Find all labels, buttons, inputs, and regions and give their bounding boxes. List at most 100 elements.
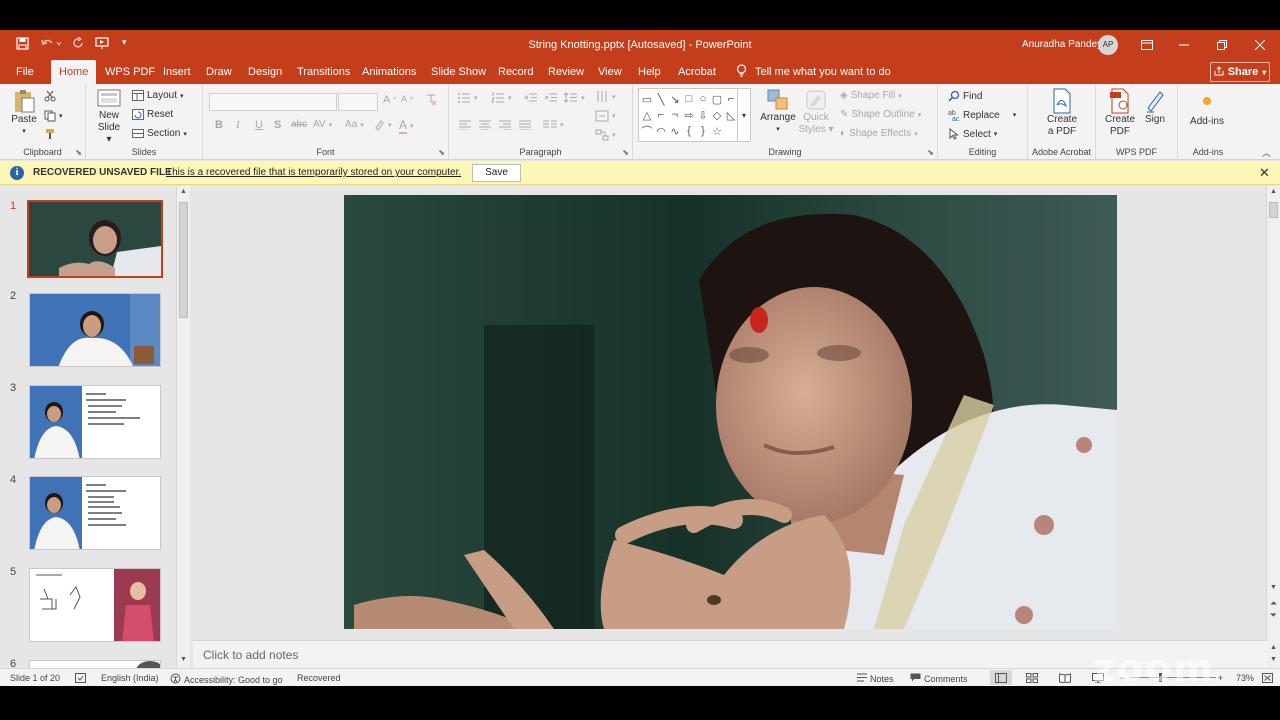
slide-thumbnail-6[interactable] [29,660,161,668]
line-spacing-icon[interactable]: ▾ [564,92,585,103]
close-icon[interactable] [1245,34,1275,56]
tab-help[interactable]: Help [638,66,661,78]
connector-shape-icon[interactable]: ⌐ [654,107,668,123]
shape-fill-button[interactable]: ◈ Shape Fill ▾ [840,90,902,101]
tab-review[interactable]: Review [548,66,584,78]
curve-shape-icon[interactable]: ⌒ [640,123,654,139]
change-case-button[interactable]: Aa ▾ [345,119,364,130]
arrow-shape-icon[interactable]: ↘ [668,91,682,107]
scroll-thumb[interactable] [1269,202,1278,218]
flowchart-shape-icon[interactable]: ◇ [710,107,724,123]
line-shape-icon[interactable]: ╲ [654,91,668,107]
arrange-button[interactable]: Arrange ▾ [759,88,797,136]
shapes-more-button[interactable]: ▾ [737,88,751,142]
save-button[interactable]: Save [472,164,521,182]
tab-animations[interactable]: Animations [362,66,416,78]
comments-button[interactable]: Comments [910,673,968,684]
quick-styles-button[interactable]: Quick Styles ▾ [797,88,835,136]
wps-create-pdf-button[interactable]: Create PDF [1102,88,1138,138]
columns-icon[interactable]: ▾ [543,120,564,130]
thumbnail-scrollbar[interactable]: ▲ ▼ [176,186,190,668]
dialog-launcher-icon[interactable]: ⬊ [75,148,82,157]
reset-button[interactable]: Reset [132,109,173,120]
user-name[interactable]: Anuradha Pandey [1022,39,1102,50]
elbow-shape-icon[interactable]: ¬ [668,107,682,123]
align-left-icon[interactable] [459,120,471,130]
clear-formatting-icon[interactable] [425,93,437,105]
tab-home[interactable]: Home [51,60,97,84]
brace-left-shape-icon[interactable]: { [682,123,696,139]
slide-thumbnail-4[interactable] [29,476,161,550]
shadow-button[interactable]: S [274,119,281,131]
slide-scrollbar[interactable]: ▲ ▼ ⏶ ⏷ ▲ ▼ [1266,186,1280,668]
tab-record[interactable]: Record [498,66,533,78]
oval-shape-icon[interactable]: ○ [696,91,710,107]
tab-transitions[interactable]: Transitions [297,66,350,78]
accessibility-status[interactable]: Accessibility: Good to go [170,673,283,686]
collapse-ribbon-icon[interactable]: ︿ [1262,146,1271,159]
tab-acrobat[interactable]: Acrobat [678,66,716,78]
text-direction-icon[interactable]: ▾ [595,90,616,103]
freeform-shape-icon[interactable]: ∿ [668,123,682,139]
tab-slide-show[interactable]: Slide Show [431,66,486,78]
zoom-level[interactable]: 73% [1236,673,1254,683]
zoom-in-button[interactable]: + [1218,673,1223,683]
tab-wps-pdf[interactable]: WPS PDF [105,66,155,78]
bullets-icon[interactable]: ▾ [457,92,478,103]
new-slide-button[interactable]: New Slide ▾ [94,88,124,146]
numbering-icon[interactable]: ▾ [491,92,512,103]
dialog-launcher-icon[interactable]: ⬊ [927,148,934,157]
justify-icon[interactable] [519,120,531,130]
font-color-button[interactable]: A ▾ [399,118,414,134]
scroll-thumb[interactable] [179,202,188,318]
normal-view-icon[interactable] [990,670,1012,685]
character-spacing-button[interactable]: AV ▾ [313,119,332,130]
paste-button[interactable]: Paste ▾ [10,88,38,138]
shape-outline-button[interactable]: ✎ Shape Outline ▾ [840,109,921,120]
grow-font-icon[interactable]: A ^ [383,94,396,106]
dialog-launcher-icon[interactable]: ⬊ [438,148,445,157]
tab-file[interactable]: File [16,66,34,78]
language-status[interactable]: English (India) [101,673,159,683]
reading-view-icon[interactable] [1059,673,1071,683]
triangle-shape-icon[interactable]: △ [640,107,654,123]
tab-view[interactable]: View [598,66,622,78]
slide-thumbnail-5[interactable] [29,568,161,642]
callout-shape-icon[interactable]: ◺ [724,107,738,123]
close-icon[interactable]: ✕ [1259,165,1270,181]
highlight-icon[interactable]: ▾ [373,119,392,131]
strikethrough-button[interactable]: abc [291,119,307,130]
shapes-gallery[interactable]: ▭ ╲ ↘ □ ○ ▢ ⌐ △ ⌐ ¬ ⇨ ⇩ ◇ ◺ ⌒ ◠ ∿ { } ☆ [638,88,738,142]
notes-scroll-up-icon[interactable]: ▲ [1267,644,1280,651]
more-shape-icon[interactable]: ⌐ [724,91,738,107]
select-button[interactable]: Select ▾ [948,128,997,140]
shape-effects-button[interactable]: ◐ Shape Effects ▾ [840,128,918,139]
sign-button[interactable]: Sign [1140,88,1170,126]
avatar[interactable]: AP [1098,35,1118,55]
create-pdf-button[interactable]: Create a PDF [1042,88,1082,138]
font-name-field[interactable] [209,93,337,111]
shrink-font-icon[interactable]: Av [401,94,413,104]
format-painter-icon[interactable] [44,128,56,140]
down-arrow-shape-icon[interactable]: ⇩ [696,107,710,123]
cut-icon[interactable] [44,90,56,102]
italic-button[interactable]: I [236,119,240,131]
spelling-check-icon[interactable] [75,673,86,683]
right-arrow-shape-icon[interactable]: ⇨ [682,107,696,123]
message-link[interactable]: This is a recovered file that is tempora… [166,167,461,178]
rectangle-shape-icon[interactable]: □ [682,91,696,107]
scroll-down-icon[interactable]: ▼ [1267,584,1280,591]
star-shape-icon[interactable]: ☆ [710,123,724,139]
align-right-icon[interactable] [499,120,511,130]
next-slide-icon[interactable]: ⏷ [1267,610,1280,621]
copy-icon[interactable]: ▾ [44,110,63,122]
notes-scroll-down-icon[interactable]: ▼ [1267,656,1280,663]
layout-button[interactable]: Layout ▾ [132,90,184,101]
font-size-field[interactable] [338,93,378,111]
previous-slide-icon[interactable]: ⏶ [1267,598,1280,609]
restore-icon[interactable] [1207,34,1237,56]
increase-indent-icon[interactable] [544,92,558,103]
slide-thumbnail-3[interactable] [29,385,161,459]
slide-thumbnail-2[interactable] [29,293,161,367]
decrease-indent-icon[interactable] [524,92,538,103]
